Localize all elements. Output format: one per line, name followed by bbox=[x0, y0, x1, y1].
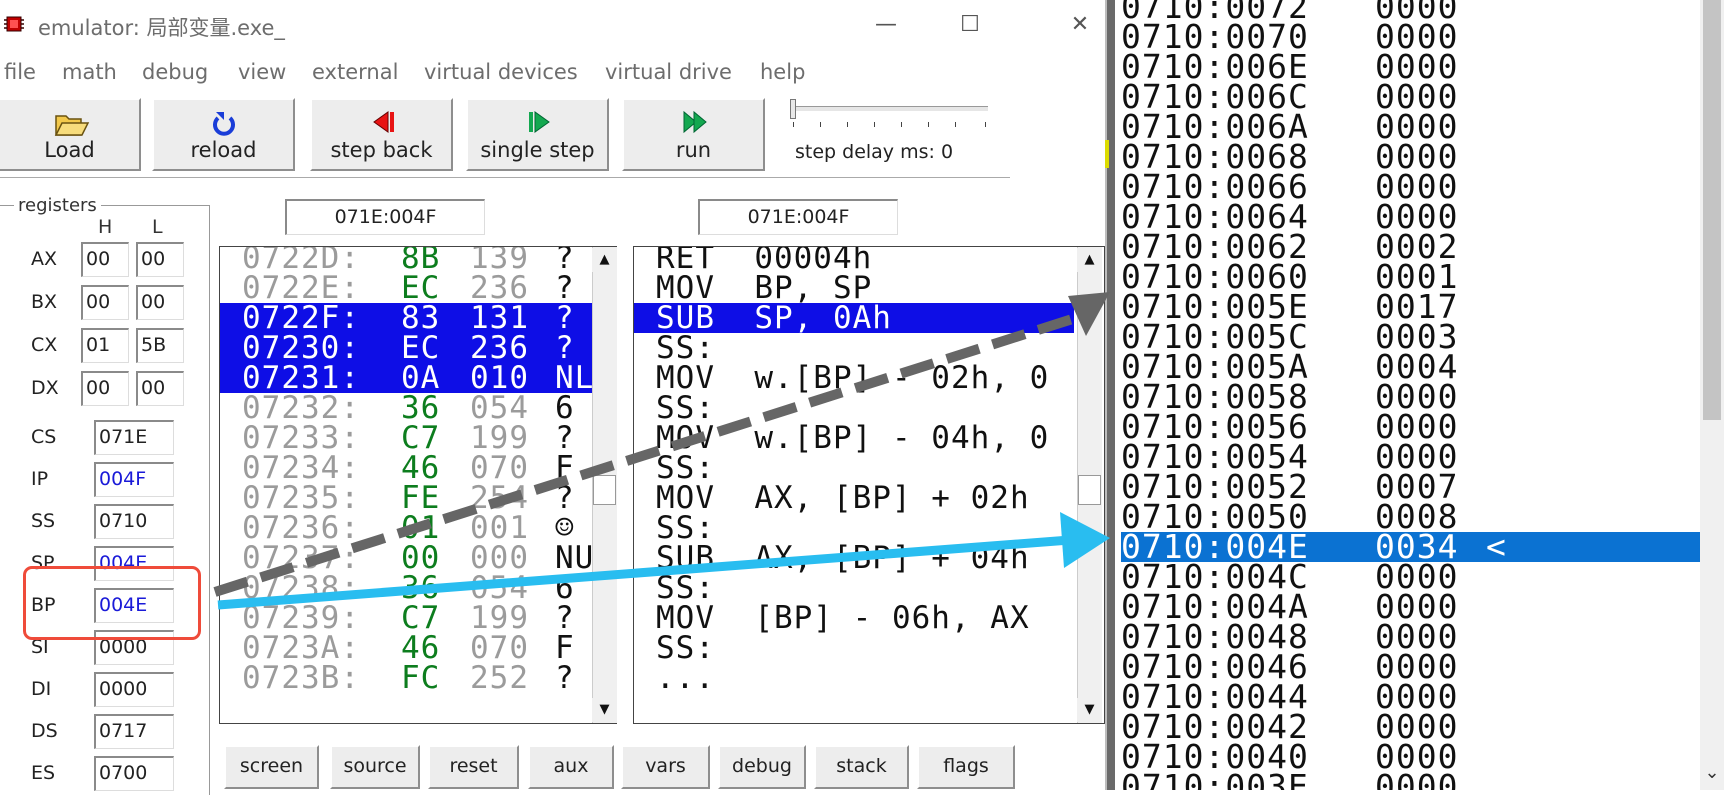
cyan-arrowhead bbox=[1060, 512, 1110, 568]
cyan-arrow bbox=[217, 535, 1071, 610]
gray-arrowhead bbox=[1068, 292, 1110, 336]
annotation-arrows bbox=[213, 292, 1110, 610]
